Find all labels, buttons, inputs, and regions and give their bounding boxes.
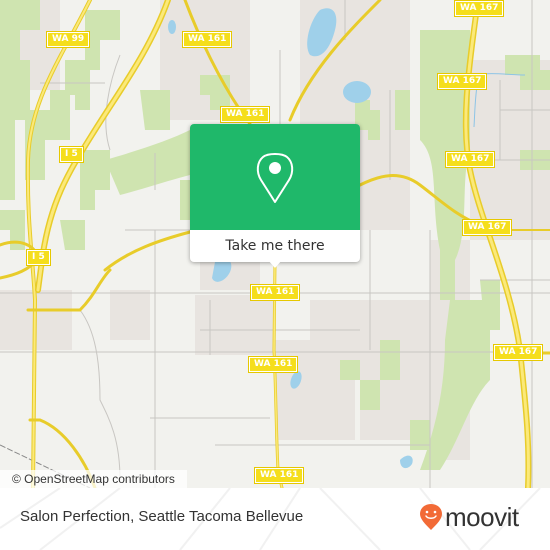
route-shield-i-5: I 5: [59, 146, 84, 163]
route-shield-wa-161: WA 161: [253, 467, 305, 484]
route-shield-wa-167: WA 167: [436, 73, 488, 90]
route-shield-wa-161: WA 161: [247, 356, 299, 373]
attribution-text[interactable]: © OpenStreetMap contributors: [12, 472, 175, 486]
route-shield-wa-161: WA 161: [181, 31, 233, 48]
place-name: Salon Perfection, Seattle Tacoma Bellevu…: [20, 508, 304, 525]
route-shield-i-5: I 5: [26, 249, 51, 266]
map-pin-icon: [256, 153, 294, 203]
moovit-logo[interactable]: moovit: [419, 502, 519, 532]
route-shield-wa-167: WA 167: [453, 0, 505, 17]
popup-header: [190, 124, 360, 230]
route-shield-wa-161: WA 161: [219, 106, 271, 123]
footer-bar: Salon Perfection, Seattle Tacoma Bellevu…: [0, 488, 550, 550]
destination-popup[interactable]: Take me there: [190, 124, 360, 268]
map-attribution[interactable]: © OpenStreetMap contributors: [0, 470, 187, 488]
route-shield-wa-167: WA 167: [492, 344, 544, 361]
route-shield-wa-167: WA 167: [461, 219, 513, 236]
moovit-wordmark: moovit: [445, 502, 519, 532]
map-view[interactable]: WA 99 WA 161 WA 161 I 5 I 5 WA 167 WA 16…: [0, 0, 550, 488]
route-shield-wa-167: WA 167: [444, 151, 496, 168]
route-shield-wa-161: WA 161: [249, 284, 301, 301]
take-me-there-button[interactable]: Take me there: [190, 230, 360, 262]
route-shield-wa-99: WA 99: [45, 31, 91, 48]
popup-pointer: [268, 260, 282, 268]
moovit-smiley-pin-icon: [420, 504, 442, 530]
